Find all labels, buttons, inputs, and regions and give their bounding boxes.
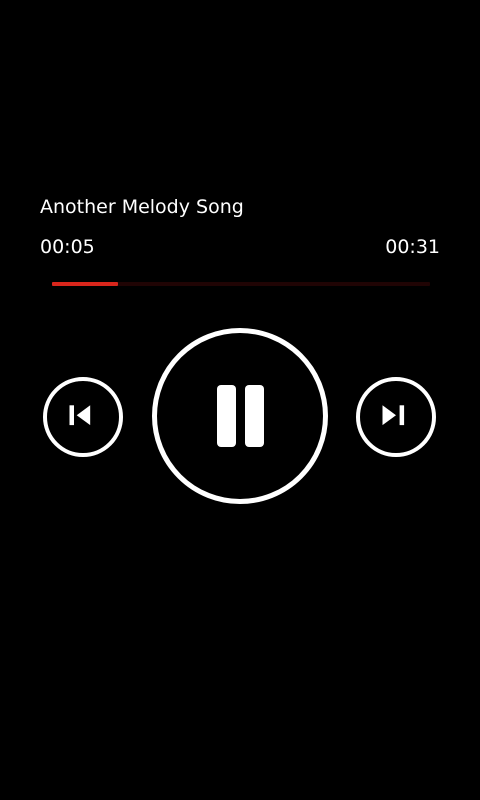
pause-icon [217,385,264,447]
total-time: 00:31 [385,236,440,258]
skip-previous-icon [69,405,91,426]
next-button[interactable] [356,377,436,457]
previous-button[interactable] [43,377,123,457]
progress-bar[interactable] [52,282,430,286]
elapsed-time: 00:05 [40,236,95,258]
skip-next-icon [382,405,405,426]
progress-fill [52,282,118,286]
song-title: Another Melody Song [40,196,244,218]
play-pause-button[interactable] [152,328,328,504]
